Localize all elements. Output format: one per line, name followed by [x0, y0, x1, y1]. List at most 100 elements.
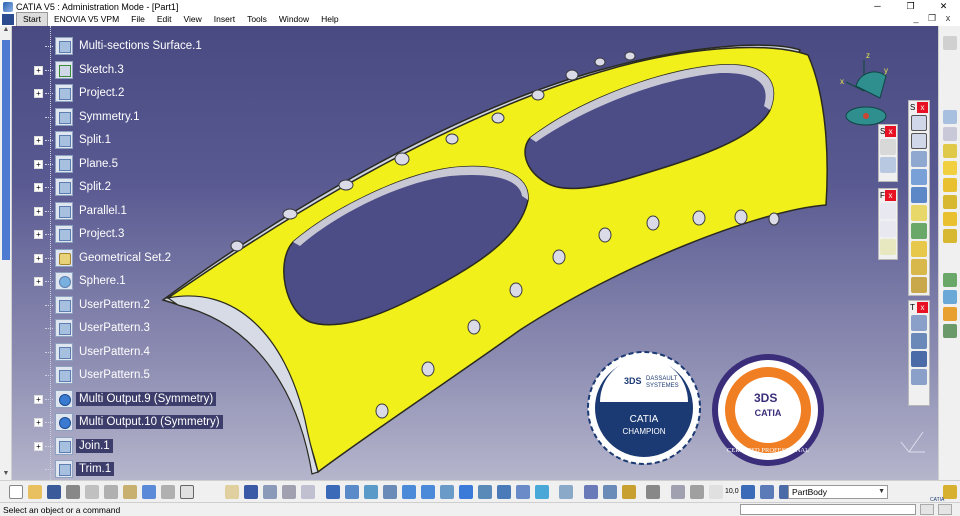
formula-icon[interactable] — [206, 484, 220, 499]
shaft-icon[interactable] — [942, 178, 957, 192]
comment-icon[interactable] — [225, 484, 239, 499]
measure-icon[interactable] — [282, 484, 296, 499]
redo-icon[interactable] — [160, 484, 175, 499]
chevron-down-icon[interactable]: ▼ — [878, 486, 885, 498]
help-icon[interactable] — [179, 484, 194, 499]
tree-item[interactable]: UserPattern.3 — [34, 318, 153, 338]
sectioning-icon[interactable] — [559, 484, 573, 499]
tree-item[interactable]: + Split.1 — [34, 130, 114, 150]
floating-toolbar-b[interactable]: Sx — [878, 124, 898, 182]
floating-toolbar-d[interactable]: Tx — [908, 300, 930, 406]
close-icon[interactable]: x — [917, 101, 928, 113]
expand-icon[interactable]: + — [34, 441, 43, 451]
measure-between-icon[interactable] — [583, 484, 598, 499]
open-icon[interactable] — [27, 484, 42, 499]
sweep-icon[interactable] — [911, 241, 927, 257]
zoom-out-icon[interactable] — [420, 484, 435, 499]
groove-icon[interactable] — [942, 195, 957, 209]
shading-icon[interactable] — [496, 484, 511, 499]
measure-item-icon[interactable] — [602, 484, 617, 499]
expand-icon[interactable]: + — [34, 206, 43, 216]
close-icon[interactable]: x — [917, 301, 928, 313]
rotate-icon[interactable] — [911, 333, 927, 349]
tree-item[interactable]: + Join.1 — [34, 436, 113, 456]
point-icon[interactable] — [880, 203, 896, 219]
floating-toolbar-a[interactable]: Sx — [908, 100, 930, 296]
plane-tool-icon[interactable] — [911, 187, 927, 203]
menu-window[interactable]: Window — [273, 13, 315, 26]
table-icon[interactable] — [244, 484, 258, 499]
tree-item[interactable]: + Project.2 — [34, 83, 127, 103]
revolve-icon[interactable] — [911, 223, 927, 239]
close-icon[interactable]: x — [885, 189, 896, 201]
current-body-select[interactable]: PartBody ▼ — [788, 485, 888, 499]
fillet-icon[interactable] — [942, 273, 957, 287]
hide-show-icon[interactable] — [515, 484, 530, 499]
command-cancel-button[interactable] — [938, 504, 952, 515]
doc-close-button[interactable]: x — [940, 13, 956, 24]
translate-icon[interactable] — [911, 315, 927, 331]
chamfer-icon[interactable] — [942, 290, 957, 304]
extrude-icon[interactable] — [911, 205, 927, 221]
maximize-button[interactable]: ❐ — [894, 0, 927, 13]
tree-scrollbar[interactable]: ▲ ▼ — [0, 26, 12, 480]
fly-mode-icon[interactable] — [325, 484, 340, 499]
tree-item[interactable]: UserPattern.2 — [34, 295, 153, 315]
tree-item[interactable]: Multi-sections Surface.1 — [34, 36, 205, 56]
minimize-button[interactable]: ─ — [861, 0, 894, 13]
doc-minimize-button[interactable]: _ — [908, 13, 924, 24]
tree-item[interactable]: + Plane.5 — [34, 154, 121, 174]
capture-icon[interactable] — [646, 484, 660, 499]
print-icon[interactable] — [65, 484, 80, 499]
plane-icon[interactable] — [880, 239, 896, 255]
expand-icon[interactable]: + — [34, 394, 43, 404]
fill-icon[interactable] — [911, 259, 927, 275]
command-ok-button[interactable] — [920, 504, 934, 515]
loft-icon[interactable] — [911, 277, 927, 293]
select-arrow-icon[interactable] — [942, 110, 957, 124]
scroll-up-icon[interactable]: ▲ — [0, 26, 12, 36]
snap-icon[interactable] — [741, 484, 756, 499]
save-icon[interactable] — [46, 484, 61, 499]
line-icon[interactable] — [880, 221, 896, 237]
catalog-icon[interactable] — [263, 484, 277, 499]
pad-icon[interactable] — [942, 144, 957, 158]
tree-item[interactable]: + Multi Output.10 (Symmetry) — [34, 412, 223, 432]
pocket-icon[interactable] — [942, 161, 957, 175]
shell-icon[interactable] — [942, 324, 957, 338]
constraint-icon[interactable] — [880, 157, 896, 173]
select-icon[interactable] — [880, 139, 896, 155]
update-icon[interactable] — [670, 484, 685, 499]
menu-tools[interactable]: Tools — [241, 13, 273, 26]
knowledge-icon[interactable] — [942, 484, 957, 499]
tree-item[interactable]: + Multi Output.9 (Symmetry) — [34, 389, 217, 409]
normal-view-icon[interactable] — [439, 484, 454, 499]
draft-icon[interactable] — [942, 307, 957, 321]
expand-icon[interactable]: + — [34, 65, 43, 75]
menu-view[interactable]: View — [178, 13, 208, 26]
doc-restore-button[interactable]: ❐ — [924, 13, 940, 24]
scroll-thumb[interactable] — [2, 40, 10, 260]
scroll-down-icon[interactable]: ▼ — [0, 470, 12, 480]
positioned-sketch-icon[interactable] — [911, 133, 927, 149]
expand-icon[interactable]: + — [34, 135, 43, 145]
floating-toolbar-c[interactable]: Fx — [878, 188, 898, 260]
expand-icon[interactable]: + — [34, 88, 43, 98]
close-button[interactable]: ✕ — [927, 0, 960, 13]
grid-icon[interactable] — [760, 484, 775, 499]
hole-icon[interactable] — [942, 212, 957, 226]
compass-icon[interactable]: x y z — [836, 46, 906, 136]
axis-icon[interactable] — [708, 484, 723, 499]
document-icon[interactable] — [2, 14, 14, 25]
swap-space-icon[interactable] — [534, 484, 549, 499]
pan-icon[interactable] — [363, 484, 378, 499]
menu-start[interactable]: Start — [16, 12, 48, 27]
expand-icon[interactable]: + — [34, 417, 43, 427]
settings-icon[interactable] — [942, 36, 957, 50]
tree-item[interactable]: UserPattern.5 — [34, 365, 153, 385]
expand-icon[interactable]: + — [34, 159, 43, 169]
tree-item[interactable]: Symmetry.1 — [34, 107, 143, 127]
tree-item[interactable]: + Project.3 — [34, 224, 127, 244]
tree-item[interactable]: + Sketch.3 — [34, 60, 127, 80]
close-icon[interactable]: x — [885, 125, 896, 137]
